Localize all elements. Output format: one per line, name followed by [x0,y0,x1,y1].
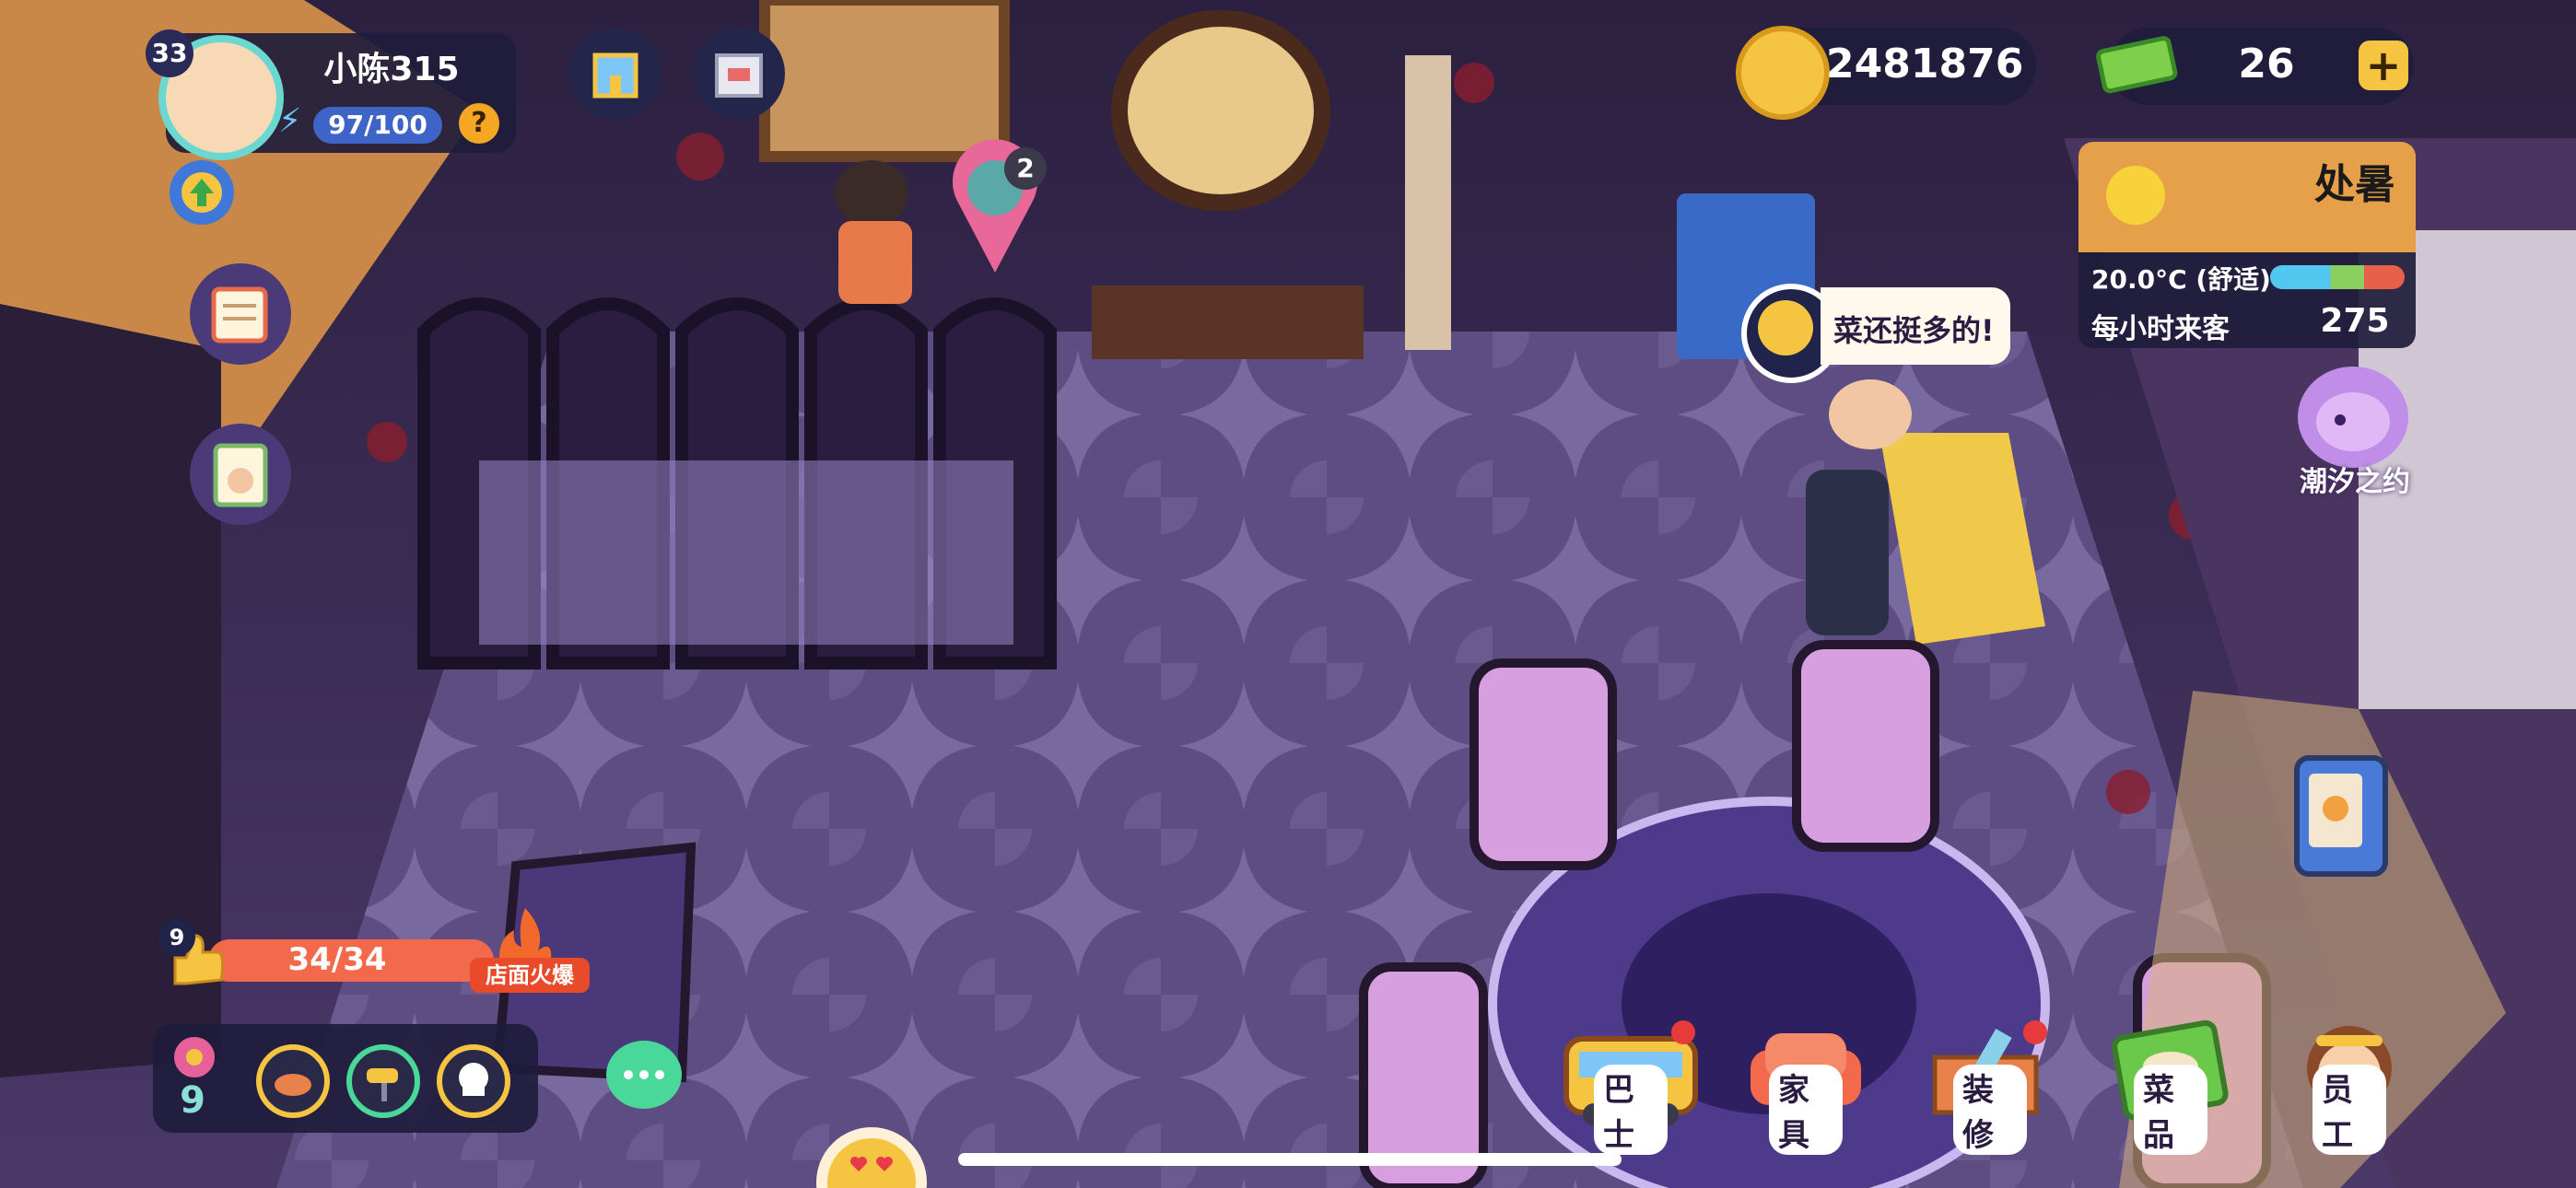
clipboard-icon [213,443,268,507]
menu-staff-label: 员工 [2313,1065,2386,1155]
map-pin-count: 2 [1004,147,1047,190]
heart-eyes-icon [827,1138,916,1188]
flower-icon [162,1030,227,1085]
speech-text: 菜还挺多的! [1833,313,1995,348]
visitors-value: 275 [2320,302,2390,340]
player-level-badge: 33 [146,29,193,77]
temperature-gauge [2270,265,2405,289]
whale-icon [2316,392,2390,451]
menu-furniture-label: 家具 [1769,1065,1843,1155]
cash-icon [2091,31,2184,96]
checklist-button[interactable] [190,424,291,525]
menu-furniture-button[interactable]: 家具 [1732,1013,1879,1159]
event-button[interactable] [2298,367,2408,468]
flower-count: 9 [180,1079,205,1122]
renovation-notification-dot [2023,1020,2047,1044]
energy-bar: 97/100 [313,107,442,144]
chat-button[interactable] [606,1041,682,1109]
phone-button[interactable] [2294,755,2388,877]
cooking-pot-icon [275,1074,311,1096]
roller-button[interactable] [346,1044,420,1118]
building-icon [592,52,638,99]
cooking-pot-button[interactable] [256,1044,330,1118]
menu-staff-button[interactable]: 员工 [2276,1013,2423,1159]
popularity-level: 9 [158,919,195,956]
upgrade-button[interactable] [170,160,234,225]
building-button[interactable] [569,28,662,120]
player-name: 小陈315 [323,51,460,88]
weather-info-panel: 20.0°C (舒适) 每小时来客 275 [2078,252,2416,348]
speech-bubble: 菜还挺多的! [1821,287,2010,365]
emoji-button[interactable] [816,1127,927,1188]
visitors-label: 每小时来客 [2091,313,2230,345]
season-label: 处暑 [2314,161,2395,208]
add-cash-button[interactable]: + [2359,41,2408,90]
popularity-progress: 34/34 [287,941,387,978]
notepad-icon [211,286,268,344]
task-notepad-button[interactable] [190,263,291,365]
storage-button[interactable] [693,28,785,120]
home-indicator[interactable] [958,1153,1622,1166]
game-scene[interactable]: 33 小陈315 ⚡ 97/100 ? 2481876 26 + 处暑 20.0… [0,0,2576,1188]
event-label: 潮汐之约 [2300,466,2410,498]
temperature-value: 20.0°C (舒适) [2091,264,2271,295]
hot-store-label: 店面火爆 [470,958,590,993]
storage-box-icon [715,53,763,98]
chat-bubble-icon [624,1070,664,1079]
sun-icon [2106,166,2165,225]
energy-icon: ⚡ [278,102,302,140]
upgrade-arrow-icon [181,172,222,213]
chef-hat-icon [459,1063,488,1096]
coin-icon [1736,26,1830,120]
menu-recipes-button[interactable]: 菜品 [2097,1013,2244,1159]
weather-banner[interactable]: 处暑 [2078,142,2416,252]
menu-bus-label: 巴士 [1594,1065,1668,1155]
help-button[interactable]: ? [459,103,499,144]
chef-hat-button[interactable] [437,1044,510,1118]
energy-value: 97/100 [328,110,427,140]
menu-recipes-label: 菜品 [2134,1065,2207,1155]
menu-renovation-label: 装修 [1953,1065,2027,1155]
paint-roller-icon [367,1068,398,1101]
phone-icon [2309,774,2362,847]
cash-value: 26 [2238,41,2295,87]
bus-notification-dot [1671,1020,1695,1044]
coins-value: 2481876 [1826,41,2024,87]
